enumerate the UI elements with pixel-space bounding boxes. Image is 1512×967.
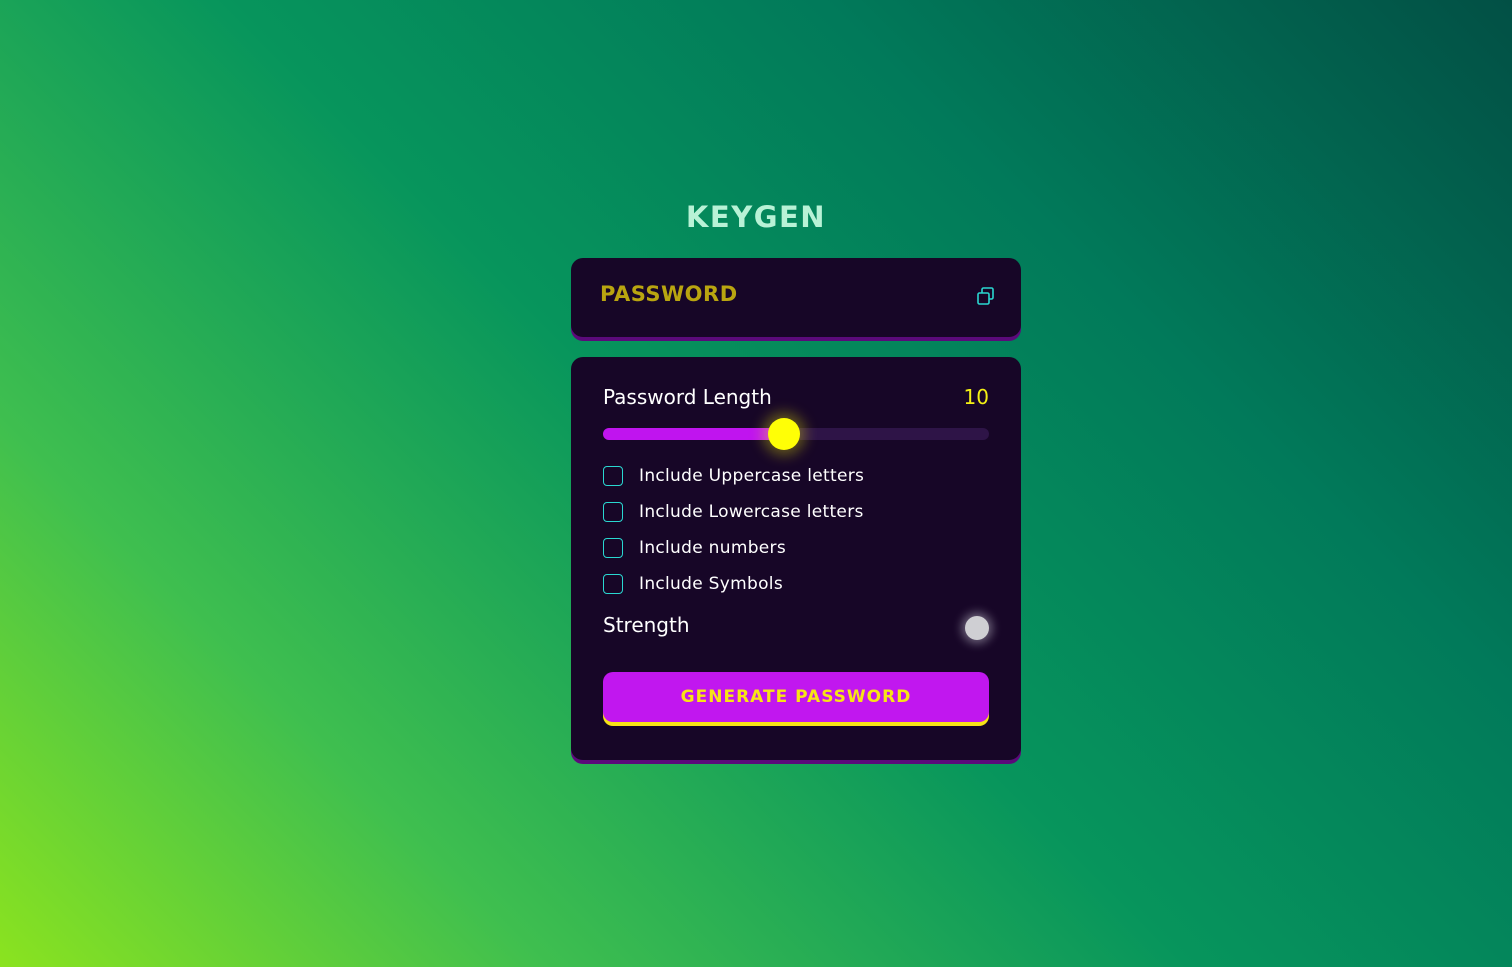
strength-label: Strength bbox=[603, 613, 690, 637]
option-numbers[interactable]: Include numbers bbox=[603, 530, 864, 566]
copy-icon[interactable] bbox=[975, 285, 997, 307]
option-lowercase[interactable]: Include Lowercase letters bbox=[603, 494, 864, 530]
numbers-checkbox[interactable] bbox=[603, 538, 623, 558]
settings-card: Password Length 10 Include Uppercase let… bbox=[571, 357, 1021, 760]
password-length-label: Password Length bbox=[603, 385, 772, 409]
option-label: Include numbers bbox=[639, 538, 786, 558]
option-label: Include Uppercase letters bbox=[639, 466, 865, 486]
options-list: Include Uppercase letters Include Lowerc… bbox=[603, 458, 864, 602]
slider-thumb[interactable] bbox=[768, 418, 801, 450]
strength-indicator bbox=[965, 616, 989, 640]
password-output: PASSWORD bbox=[600, 282, 738, 306]
symbols-checkbox[interactable] bbox=[603, 574, 623, 594]
app-title: KEYGEN bbox=[685, 200, 827, 234]
option-symbols[interactable]: Include Symbols bbox=[603, 566, 864, 602]
password-display-card: PASSWORD bbox=[571, 258, 1021, 337]
lowercase-checkbox[interactable] bbox=[603, 502, 623, 522]
option-label: Include Symbols bbox=[639, 574, 783, 594]
password-length-value: 10 bbox=[963, 385, 989, 409]
generate-password-button[interactable]: GENERATE PASSWORD bbox=[603, 672, 989, 722]
slider-fill bbox=[603, 428, 785, 440]
uppercase-checkbox[interactable] bbox=[603, 466, 623, 486]
option-uppercase[interactable]: Include Uppercase letters bbox=[603, 458, 864, 494]
password-length-slider[interactable] bbox=[603, 418, 989, 450]
option-label: Include Lowercase letters bbox=[639, 502, 864, 522]
